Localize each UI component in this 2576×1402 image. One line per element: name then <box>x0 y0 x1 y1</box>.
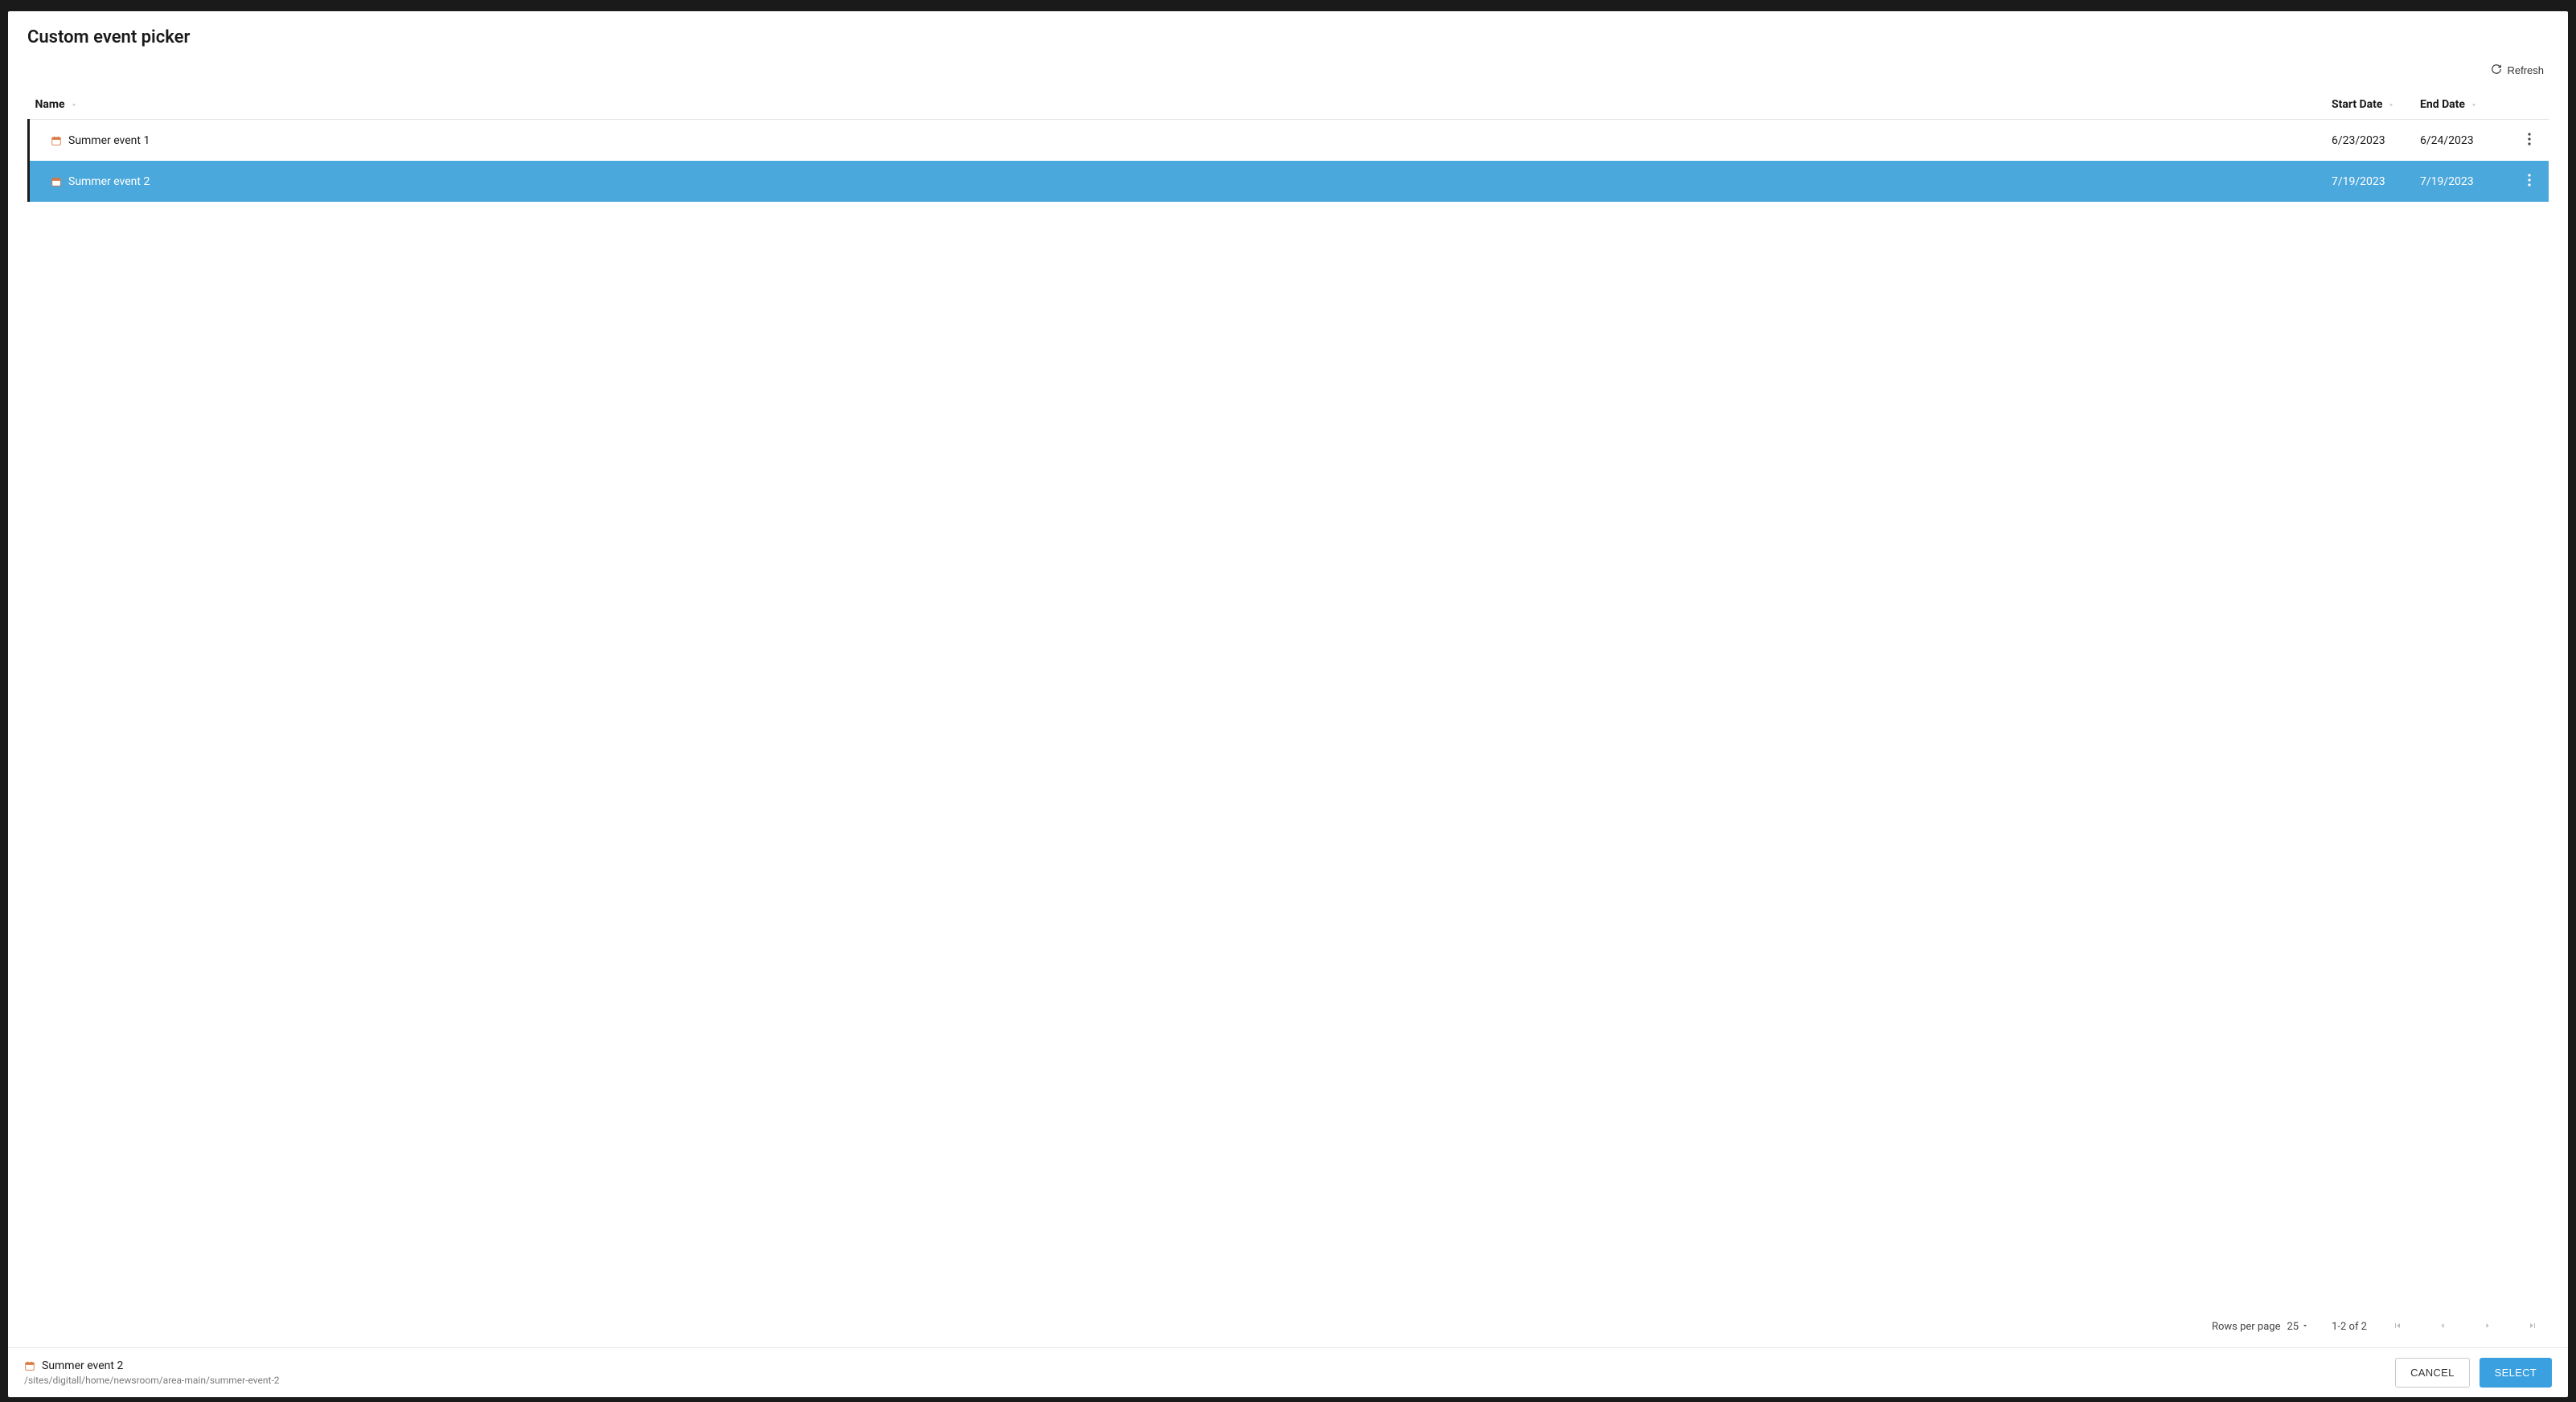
calendar-event-icon <box>51 176 62 187</box>
chevron-right-icon <box>2483 1321 2492 1333</box>
row-more-button[interactable] <box>2525 170 2534 192</box>
events-table: Name Start Date <box>27 90 2549 202</box>
row-end-date: 7/19/2023 <box>2414 161 2510 202</box>
rows-per-page-value: 25 <box>2287 1321 2299 1333</box>
row-more-button[interactable] <box>2525 129 2534 151</box>
refresh-button[interactable]: Refresh <box>2486 60 2549 80</box>
modal-header: Custom event picker <box>8 11 2568 54</box>
more-vert-icon <box>2528 133 2531 148</box>
chevron-down-icon <box>2301 1321 2309 1333</box>
first-page-button[interactable] <box>2389 1318 2406 1336</box>
select-button[interactable]: SELECT <box>2480 1358 2552 1388</box>
event-picker-modal: Custom event picker Refresh <box>8 11 2568 1397</box>
pagination-range-label: 1-2 of 2 <box>2332 1321 2367 1333</box>
chevron-left-icon <box>2438 1321 2447 1333</box>
cancel-button[interactable]: CANCEL <box>2395 1358 2470 1388</box>
row-start-date: 6/23/2023 <box>2325 120 2414 162</box>
column-header-start-date-label: Start Date <box>2332 98 2382 111</box>
modal-title: Custom event picker <box>27 27 2549 47</box>
row-start-date: 7/19/2023 <box>2325 161 2414 202</box>
table-row[interactable]: Summer event 2 7/19/20237/19/2023 <box>29 161 2549 202</box>
refresh-icon <box>2491 64 2502 77</box>
calendar-event-icon <box>24 1360 35 1371</box>
rows-per-page-select[interactable]: 25 <box>2287 1321 2309 1333</box>
sort-arrow-icon <box>2470 98 2478 111</box>
column-header-actions <box>2510 90 2549 120</box>
row-name: Summer event 1 <box>68 134 150 147</box>
pagination-bar: Rows per page 25 1-2 of 2 <box>8 1306 2568 1347</box>
selection-name: Summer event 2 <box>42 1359 123 1374</box>
row-name: Summer event 2 <box>68 175 150 188</box>
column-header-end-date[interactable]: End Date <box>2414 90 2510 120</box>
refresh-label: Refresh <box>2507 64 2544 76</box>
first-page-icon <box>2393 1321 2402 1333</box>
sort-arrow-icon <box>70 98 78 111</box>
selection-path: /sites/digitall/home/newsroom/area-main/… <box>24 1374 280 1387</box>
sort-arrow-icon <box>2387 98 2395 111</box>
modal-toolbar: Refresh <box>8 54 2568 90</box>
next-page-button[interactable] <box>2480 1318 2496 1336</box>
column-header-end-date-label: End Date <box>2420 98 2465 111</box>
modal-footer: Summer event 2 /sites/digitall/home/news… <box>8 1347 2568 1397</box>
column-header-name-label: Name <box>35 98 65 111</box>
table-container: Name Start Date <box>8 90 2568 1306</box>
last-page-button[interactable] <box>2525 1318 2541 1336</box>
more-vert-icon <box>2528 174 2531 189</box>
selection-info: Summer event 2 /sites/digitall/home/news… <box>24 1359 280 1387</box>
column-header-name[interactable]: Name <box>29 90 2326 120</box>
calendar-event-icon <box>51 135 62 146</box>
column-header-start-date[interactable]: Start Date <box>2325 90 2414 120</box>
row-end-date: 6/24/2023 <box>2414 120 2510 162</box>
rows-per-page-label: Rows per page <box>2212 1321 2281 1333</box>
prev-page-button[interactable] <box>2434 1318 2451 1336</box>
table-row[interactable]: Summer event 1 6/23/20236/24/2023 <box>29 120 2549 162</box>
last-page-icon <box>2528 1321 2537 1333</box>
